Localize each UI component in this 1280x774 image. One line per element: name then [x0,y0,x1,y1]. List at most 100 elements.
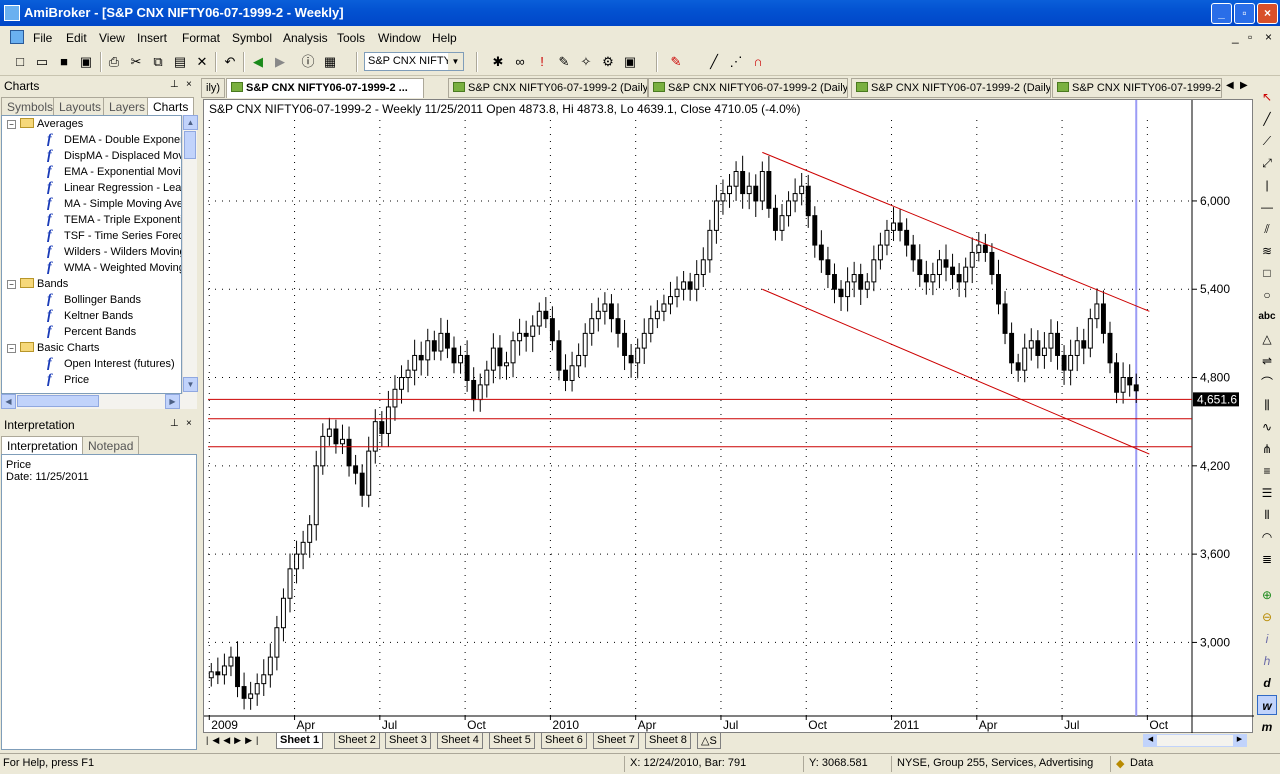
wave-icon[interactable]: ∿ [1257,417,1277,437]
paste-icon[interactable]: ▤ [172,54,188,70]
tree-folder[interactable]: − Bands [7,276,68,292]
sheet-tab-3[interactable]: Sheet 3 [385,733,431,749]
tab-layouts[interactable]: Layouts [53,97,108,115]
tree-scrollbar[interactable]: ▲ ▼ [182,115,198,394]
mdi-restore-button[interactable]: ▫ [1248,30,1252,44]
tab-symbols[interactable]: Symbols [1,97,60,115]
back-icon[interactable]: ◀ [250,54,266,70]
menu-help[interactable]: Help [432,31,457,45]
pointer-icon[interactable]: ↖ [1257,87,1277,107]
tree-item[interactable]: f Open Interest (futures) [47,356,175,372]
interval-d-icon[interactable]: d [1257,673,1277,693]
panel-close-icon[interactable]: × [186,79,192,90]
doc-tab-1[interactable]: S&P CNX NIFTY06-07-1999-2 ... [226,78,424,98]
report-icon[interactable]: ▣ [622,54,638,70]
gear-icon[interactable]: ✱ [490,54,506,70]
grid-icon[interactable]: ▦ [322,54,338,70]
sheet-tab-6[interactable]: Sheet 6 [541,733,587,749]
chart-hscrollbar[interactable]: ◀ ▶ [1143,734,1247,747]
tab-scroll-right-icon[interactable]: ▶ [1240,80,1248,91]
line-tool-icon[interactable]: ╱ [706,54,722,70]
tree-item[interactable]: f Linear Regression - Leas [47,180,181,196]
tree-item[interactable]: f Wilders - Wilders Moving [47,244,181,260]
panel-close-icon[interactable]: × [186,418,192,429]
tree-item[interactable]: f Percent Bands [47,324,136,340]
tree-item[interactable]: f TSF - Time Series Foreca [47,228,181,244]
gann-icon[interactable]: ⦀ [1257,505,1277,525]
chart-svg[interactable]: 3,000 3,600 4,200 4,800 5,400 6,000 2009 Apr Jul… [204,100,1254,734]
tree-item[interactable]: f EMA - Exponential Movin [47,164,181,180]
scroll-left-icon[interactable]: ◀ [1,394,16,409]
collapse-icon[interactable]: − [7,280,16,289]
rectangle-icon[interactable]: □ [1257,263,1277,283]
tab-notepad[interactable]: Notepad [82,436,140,454]
color-pen-icon[interactable]: ✎ [668,54,684,70]
pin-icon[interactable]: ⊥ [170,79,179,90]
scan-icon[interactable]: ✎ [556,54,572,70]
binoculars-icon[interactable]: ∞ [512,54,528,70]
maximize-button[interactable]: ▫ [1234,3,1255,24]
scroll-right-icon[interactable]: ▶ [165,394,180,409]
symbol-combo[interactable]: S&P CNX NIFTYC ▼ [364,52,464,71]
menu-edit[interactable]: Edit [66,31,87,45]
tree-hscrollbar[interactable]: ◀ ▶ [1,394,197,409]
mdi-close-button[interactable]: × [1265,30,1272,44]
interval-m-icon[interactable]: m [1257,717,1277,737]
doc-tab-4[interactable]: S&P CNX NIFTY06-07-1999-2 (Daily) [851,78,1051,98]
sheet-tab-5[interactable]: Sheet 5 [489,733,535,749]
save-icon[interactable]: ■ [56,54,72,70]
scroll-left-icon[interactable]: ◀ [1144,735,1157,746]
tree-folder[interactable]: − Basic Charts [7,340,99,356]
forward-icon[interactable]: ▶ [272,54,288,70]
magnet-icon[interactable]: ∩ [750,54,766,70]
menu-symbol[interactable]: Symbol [232,31,272,45]
doc-tab-0[interactable]: ily) [201,78,225,98]
arrow-icon[interactable]: ⇌ [1257,351,1277,371]
zoom-out-icon[interactable]: ⊖ [1257,607,1277,627]
delete-icon[interactable]: ✕ [194,54,210,70]
doc-icon[interactable] [10,30,24,44]
dotted-line-icon[interactable]: ⋰ [728,54,744,70]
interval-i-icon[interactable]: i [1257,629,1277,649]
fib-arc-icon[interactable]: ◠ [1257,527,1277,547]
interval-w-icon[interactable]: w [1257,695,1277,715]
tab-scroll-left-icon[interactable]: ◀ [1226,80,1234,91]
line-icon[interactable]: ╱ [1257,109,1277,129]
sheet-tab-1[interactable]: Sheet 1 [276,733,324,749]
fib-fan-icon[interactable]: ≣ [1257,549,1277,569]
menu-format[interactable]: Format [182,31,220,45]
minimize-button[interactable]: _ [1211,3,1232,24]
tree-item[interactable]: f Bollinger Bands [47,292,141,308]
mdi-minimize-button[interactable]: _ [1232,30,1239,44]
undo-icon[interactable]: ↶ [222,54,238,70]
pin-icon[interactable]: ⊥ [170,418,179,429]
scroll-right-icon[interactable]: ▶ [1233,735,1246,746]
open-icon[interactable]: ▭ [34,54,50,70]
sheet-tab-4[interactable]: Sheet 4 [437,733,483,749]
sheet-tab-8[interactable]: Sheet 8 [645,733,691,749]
hscroll-thumb[interactable] [17,395,99,407]
pitchfork-icon[interactable]: ⋔ [1257,439,1277,459]
horizontal-line-icon[interactable]: — [1257,197,1277,217]
sheet-nav[interactable]: |◀◀▶▶| [206,735,262,746]
close-button[interactable]: × [1257,3,1278,24]
print-icon[interactable]: ⎙ [106,54,122,70]
ray-icon[interactable]: ⟋ [1257,131,1277,151]
doc-tab-3[interactable]: S&P CNX NIFTY06-07-1999-2 (Daily) [648,78,848,98]
new-icon[interactable]: □ [12,54,28,70]
save-all-icon[interactable]: ▣ [78,54,94,70]
menu-file[interactable]: File [33,31,52,45]
scroll-up-icon[interactable]: ▲ [183,115,198,130]
tree-item[interactable]: f Price [47,372,89,388]
alert-icon[interactable]: ! [534,54,550,70]
tree-item[interactable]: f WMA - Weighted Moving [47,260,181,276]
chevron-down-icon[interactable]: ▼ [448,53,463,70]
sheet-tab-7[interactable]: Sheet 7 [593,733,639,749]
vertical-line-icon[interactable]: | [1257,175,1277,195]
extended-line-icon[interactable]: ⤢ [1257,153,1277,173]
tree-item[interactable]: f DispMA - Displaced Movir [47,148,181,164]
arc-icon[interactable]: ⌒ [1257,373,1277,393]
menu-analysis[interactable]: Analysis [283,31,328,45]
text-tool-icon[interactable]: abc [1257,307,1277,327]
menu-view[interactable]: View [99,31,125,45]
